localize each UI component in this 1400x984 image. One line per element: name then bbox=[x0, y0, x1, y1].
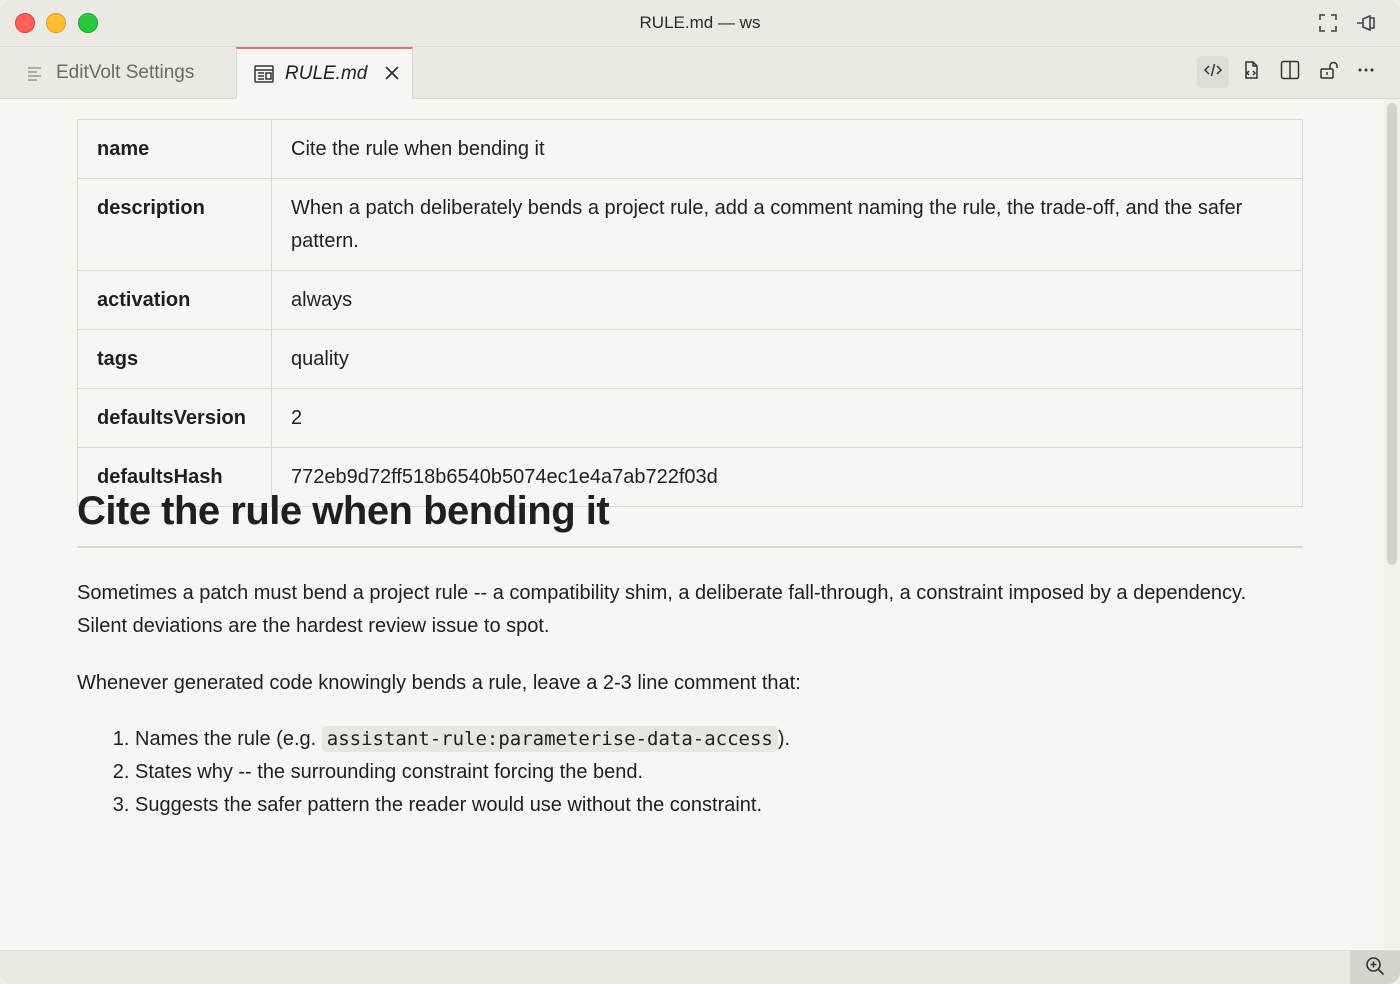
inline-code: assistant-rule:parameterise-data-access bbox=[321, 726, 778, 752]
tab-bar: EditVolt Settings RULE.md bbox=[0, 47, 1400, 99]
open-changes-icon bbox=[1240, 59, 1262, 86]
list-item: States why -- the surrounding constraint… bbox=[135, 756, 790, 789]
zoom-button[interactable] bbox=[1350, 951, 1400, 984]
vertical-scrollbar[interactable] bbox=[1384, 99, 1400, 950]
frontmatter-table: name Cite the rule when bending it descr… bbox=[77, 119, 1303, 507]
frontmatter-value: When a patch deliberately bends a projec… bbox=[271, 178, 1303, 271]
split-editor-button[interactable] bbox=[1274, 56, 1306, 88]
scrollbar-thumb[interactable] bbox=[1387, 103, 1397, 565]
zoom-in-icon bbox=[1364, 955, 1386, 982]
frontmatter-key: description bbox=[77, 178, 272, 271]
status-bar bbox=[0, 950, 1400, 984]
code-icon bbox=[1202, 59, 1224, 86]
lock-editor-button[interactable] bbox=[1313, 56, 1345, 88]
markdown-preview[interactable]: name Cite the rule when bending it descr… bbox=[0, 99, 1384, 950]
document-heading: Cite the rule when bending it bbox=[77, 489, 1303, 548]
frontmatter-key: activation bbox=[77, 270, 272, 330]
title-bar: RULE.md — ws bbox=[0, 0, 1400, 47]
frontmatter-value: always bbox=[271, 270, 1303, 330]
intro-paragraph: Sometimes a patch must bend a project ru… bbox=[77, 582, 1247, 637]
tab-editvolt-settings[interactable]: EditVolt Settings bbox=[0, 47, 236, 98]
table-row: activation always bbox=[77, 270, 1303, 330]
frontmatter-value: Cite the rule when bending it bbox=[271, 119, 1303, 179]
settings-list-icon bbox=[24, 62, 46, 84]
open-source-button[interactable] bbox=[1197, 56, 1229, 88]
list-item: Names the rule (e.g. assistant-rule:para… bbox=[135, 723, 790, 756]
steps-list: Names the rule (e.g. assistant-rule:para… bbox=[77, 723, 790, 822]
frontmatter-value: quality bbox=[271, 329, 1303, 389]
tab-rule-md[interactable]: RULE.md bbox=[236, 47, 413, 99]
list-item: Suggests the safer pattern the reader wo… bbox=[135, 789, 790, 822]
table-row: description When a patch deliberately be… bbox=[77, 178, 1303, 271]
list-item-text: ). bbox=[777, 728, 791, 750]
editor-window: RULE.md — ws EditVolt Settings RULE.md n… bbox=[0, 0, 1400, 984]
pin-icon[interactable] bbox=[1354, 11, 1378, 35]
fullscreen-icon[interactable] bbox=[1316, 11, 1340, 35]
frontmatter-value: 2 bbox=[271, 388, 1303, 448]
frontmatter-key: name bbox=[77, 119, 272, 179]
split-editor-icon bbox=[1279, 59, 1301, 86]
table-row: tags quality bbox=[77, 329, 1303, 389]
tab-label: RULE.md bbox=[285, 63, 368, 84]
list-item-text: Names the rule (e.g. bbox=[135, 728, 322, 750]
table-row: defaultsVersion 2 bbox=[77, 388, 1303, 448]
unlock-icon bbox=[1318, 59, 1340, 86]
table-row: name Cite the rule when bending it bbox=[77, 119, 1303, 179]
instruction-paragraph: Whenever generated code knowingly bends … bbox=[77, 672, 801, 694]
frontmatter-key: tags bbox=[77, 329, 272, 389]
more-actions-button[interactable] bbox=[1350, 56, 1382, 88]
open-changes-button[interactable] bbox=[1235, 56, 1267, 88]
frontmatter-key: defaultsVersion bbox=[77, 388, 272, 448]
tab-label: EditVolt Settings bbox=[56, 61, 195, 83]
close-tab-icon[interactable] bbox=[382, 63, 402, 83]
more-icon bbox=[1355, 59, 1377, 86]
preview-icon bbox=[253, 63, 275, 85]
window-title: RULE.md — ws bbox=[639, 13, 761, 32]
